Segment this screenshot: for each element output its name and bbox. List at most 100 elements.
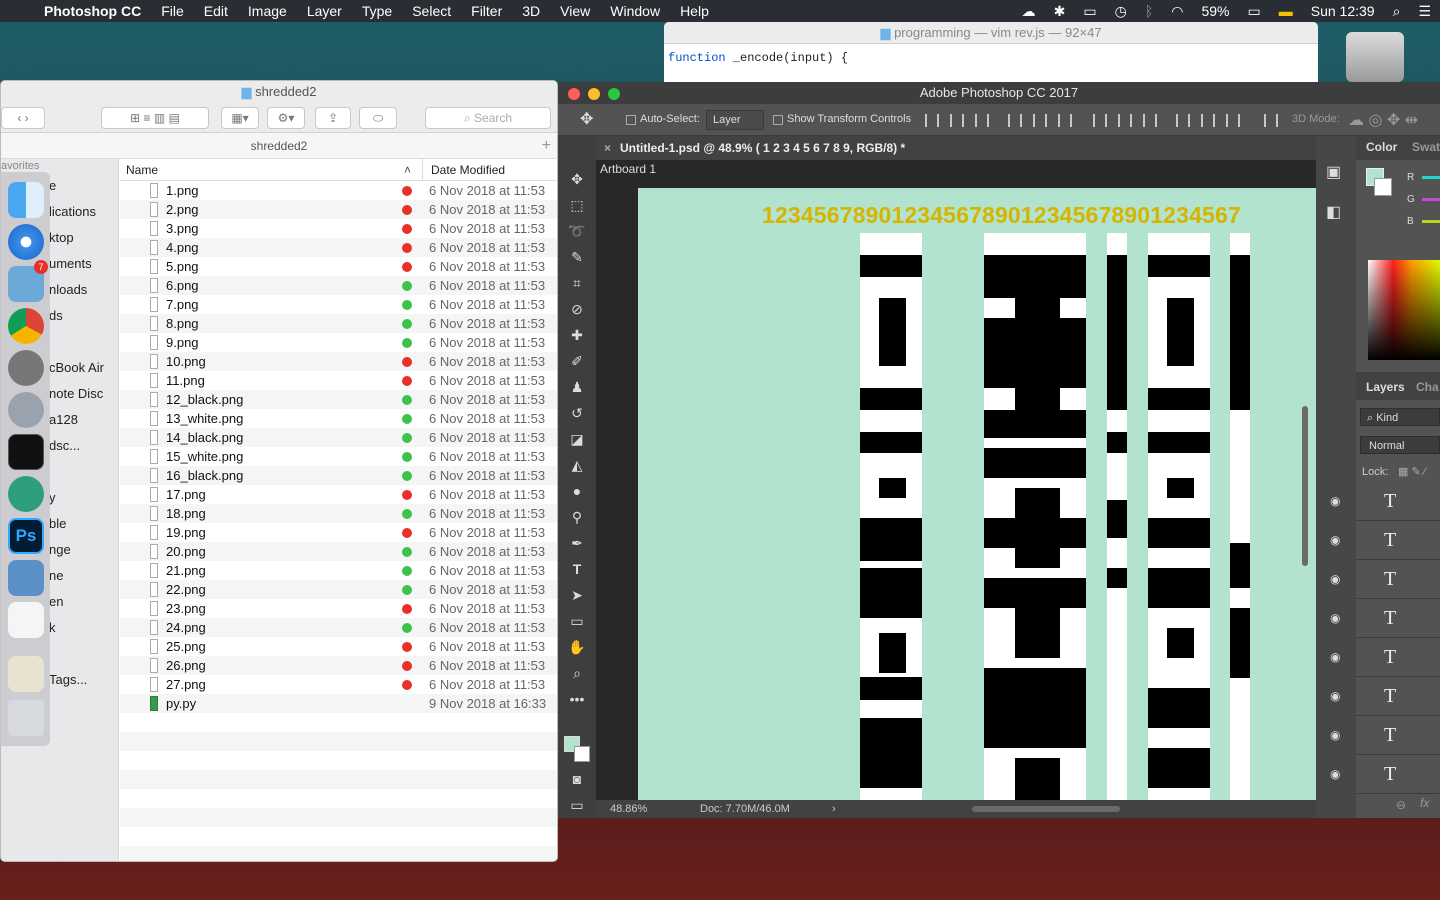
file-row[interactable]: 22.png 6 Nov 2018 at 11:53	[120, 580, 557, 599]
file-row[interactable]: 21.png 6 Nov 2018 at 11:53	[120, 561, 557, 580]
align-bottom-icon[interactable]	[975, 114, 989, 127]
adjustments-icon[interactable]: ◧	[1326, 202, 1341, 222]
view-mode-control[interactable]: ⊞ ≡ ▥ ▤	[101, 107, 209, 129]
menu-edit[interactable]: Edit	[194, 3, 238, 19]
tab-layers[interactable]: Layers	[1366, 380, 1405, 394]
quick-selection-tool-icon[interactable]: ✎	[568, 248, 586, 266]
file-row[interactable]: 6.png 6 Nov 2018 at 11:53	[120, 276, 557, 295]
background-color[interactable]	[1374, 178, 1392, 196]
file-row[interactable]: 14_black.png 6 Nov 2018 at 11:53	[120, 428, 557, 447]
minimize-button[interactable]	[588, 88, 600, 100]
libraries-icon[interactable]: ▣	[1326, 162, 1341, 182]
healing-brush-tool-icon[interactable]: ✚	[568, 326, 586, 344]
textedit-app-icon[interactable]	[8, 602, 44, 638]
sort-ascending-icon[interactable]: ˄	[404, 159, 411, 181]
visibility-eye-icon[interactable]: ◉	[1330, 494, 1340, 508]
add-tab-icon[interactable]: +	[542, 133, 551, 159]
tab-channels[interactable]: Cha	[1416, 380, 1439, 394]
3d-orbit-icon[interactable]: ☁ ◎ ✥ ⇹	[1348, 110, 1418, 130]
more-tools-icon[interactable]: •••	[568, 690, 586, 708]
notification-center-icon[interactable]: ☰	[1409, 3, 1440, 20]
vertical-scrollbar[interactable]	[1302, 406, 1308, 566]
system-preferences-icon[interactable]	[8, 350, 44, 386]
align-vertical-center-icon[interactable]	[950, 114, 964, 127]
brush-tool-icon[interactable]: ✐	[568, 352, 586, 370]
menu-image[interactable]: Image	[238, 3, 297, 19]
rectangle-tool-icon[interactable]: ▭	[568, 612, 586, 630]
menu-select[interactable]: Select	[402, 3, 461, 19]
file-row[interactable]: 15_white.png 6 Nov 2018 at 11:53	[120, 447, 557, 466]
layer-row[interactable]: ◉ T	[1330, 638, 1440, 677]
distribute-center-icon[interactable]	[1118, 114, 1132, 127]
vim-titlebar[interactable]: ▆ programming — vim rev.js — 92×47	[664, 22, 1318, 44]
close-button[interactable]	[568, 88, 580, 100]
layer-row[interactable]: ◉ T	[1330, 716, 1440, 755]
file-row[interactable]: 2.png 6 Nov 2018 at 11:53	[120, 200, 557, 219]
g-slider[interactable]	[1422, 198, 1440, 201]
action-gear-icon[interactable]: ⚙▾	[267, 107, 305, 129]
spotlight-icon[interactable]: ⌕	[1384, 3, 1410, 20]
launchpad-icon[interactable]	[8, 392, 44, 428]
menu-filter[interactable]: Filter	[461, 3, 512, 19]
tag-button[interactable]: ⬭	[359, 107, 397, 129]
back-forward-buttons[interactable]: ‹ ›	[1, 107, 45, 129]
terminal-app-icon[interactable]	[8, 434, 44, 470]
distribute-right-icon[interactable]	[1226, 114, 1240, 127]
color-spectrum[interactable]	[1368, 260, 1440, 360]
tab-color[interactable]: Color	[1366, 140, 1397, 154]
column-name[interactable]: Name	[126, 159, 158, 181]
clock[interactable]: Sun 12:39	[1302, 3, 1384, 19]
crop-tool-icon[interactable]: ⌗	[568, 274, 586, 292]
distribute-hcenter-icon[interactable]	[1201, 114, 1215, 127]
artboard-label[interactable]: Artboard 1	[596, 160, 1316, 180]
distribute-top-icon[interactable]	[1093, 114, 1107, 127]
background-color-swatch[interactable]	[574, 746, 590, 762]
file-row[interactable]: 25.png 6 Nov 2018 at 11:53	[120, 637, 557, 656]
file-row[interactable]: 23.png 6 Nov 2018 at 11:53	[120, 599, 557, 618]
zoom-button[interactable]	[608, 88, 620, 100]
artboard-canvas[interactable]: 1234567890123456789012345678901234567	[638, 188, 1338, 801]
file-row[interactable]: 10.png 6 Nov 2018 at 11:53	[120, 352, 557, 371]
lock-pixels-icon[interactable]: ▦ ✎ ⁄	[1398, 465, 1426, 478]
file-row[interactable]: 19.png 6 Nov 2018 at 11:53	[120, 523, 557, 542]
show-transform-checkbox[interactable]	[773, 115, 783, 125]
type-tool-icon[interactable]: T	[568, 560, 586, 578]
safari-app-icon[interactable]	[8, 224, 44, 260]
file-row[interactable]: 24.png 6 Nov 2018 at 11:53	[120, 618, 557, 637]
finder-titlebar[interactable]: ▆ shredded2	[1, 81, 557, 103]
visibility-eye-icon[interactable]: ◉	[1330, 650, 1340, 664]
time-machine-icon[interactable]: ◷	[1106, 3, 1136, 20]
extension-icon[interactable]: ✱	[1045, 3, 1075, 20]
preview-app-icon[interactable]	[8, 560, 44, 596]
file-row[interactable]: py.py 9 Nov 2018 at 16:33	[120, 694, 557, 713]
dodge-tool-icon[interactable]: ⚲	[568, 508, 586, 526]
bluetooth-icon[interactable]: ᛒ	[1136, 3, 1162, 19]
align-top-icon[interactable]	[925, 114, 939, 127]
file-row[interactable]: 7.png 6 Nov 2018 at 11:53	[120, 295, 557, 314]
atom-app-icon[interactable]	[8, 476, 44, 512]
b-slider[interactable]	[1422, 220, 1440, 223]
layer-row[interactable]: ◉ T	[1330, 482, 1440, 521]
file-row[interactable]: 8.png 6 Nov 2018 at 11:53	[120, 314, 557, 333]
input-flag-icon[interactable]: ▬	[1270, 3, 1302, 19]
file-row[interactable]: 26.png 6 Nov 2018 at 11:53	[120, 656, 557, 675]
blur-tool-icon[interactable]: ●	[568, 482, 586, 500]
path-selection-tool-icon[interactable]: ➤	[568, 586, 586, 604]
battery-status[interactable]: 59%	[1192, 3, 1238, 19]
jar-file-icon[interactable]	[8, 656, 44, 692]
app-menu[interactable]: Photoshop CC	[34, 3, 151, 19]
history-brush-tool-icon[interactable]: ↺	[568, 404, 586, 422]
menu-layer[interactable]: Layer	[297, 3, 352, 19]
vim-code-line[interactable]: function _encode(input) {	[664, 44, 1318, 72]
hand-tool-icon[interactable]: ✋	[568, 638, 586, 656]
file-row[interactable]: 3.png 6 Nov 2018 at 11:53	[120, 219, 557, 238]
doc-size[interactable]: Doc: 7.70M/46.0M	[700, 800, 790, 818]
layer-row[interactable]: ◉ T	[1330, 560, 1440, 599]
file-row[interactable]: 9.png 6 Nov 2018 at 11:53	[120, 333, 557, 352]
layer-row[interactable]: ◉ T	[1330, 677, 1440, 716]
paint-bucket-tool-icon[interactable]: ◭	[568, 456, 586, 474]
file-row[interactable]: 17.png 6 Nov 2018 at 11:53	[120, 485, 557, 504]
clone-stamp-tool-icon[interactable]: ♟	[568, 378, 586, 396]
column-date-modified[interactable]: Date Modified	[422, 159, 505, 181]
tab-swatches[interactable]: Swatc	[1412, 140, 1440, 154]
